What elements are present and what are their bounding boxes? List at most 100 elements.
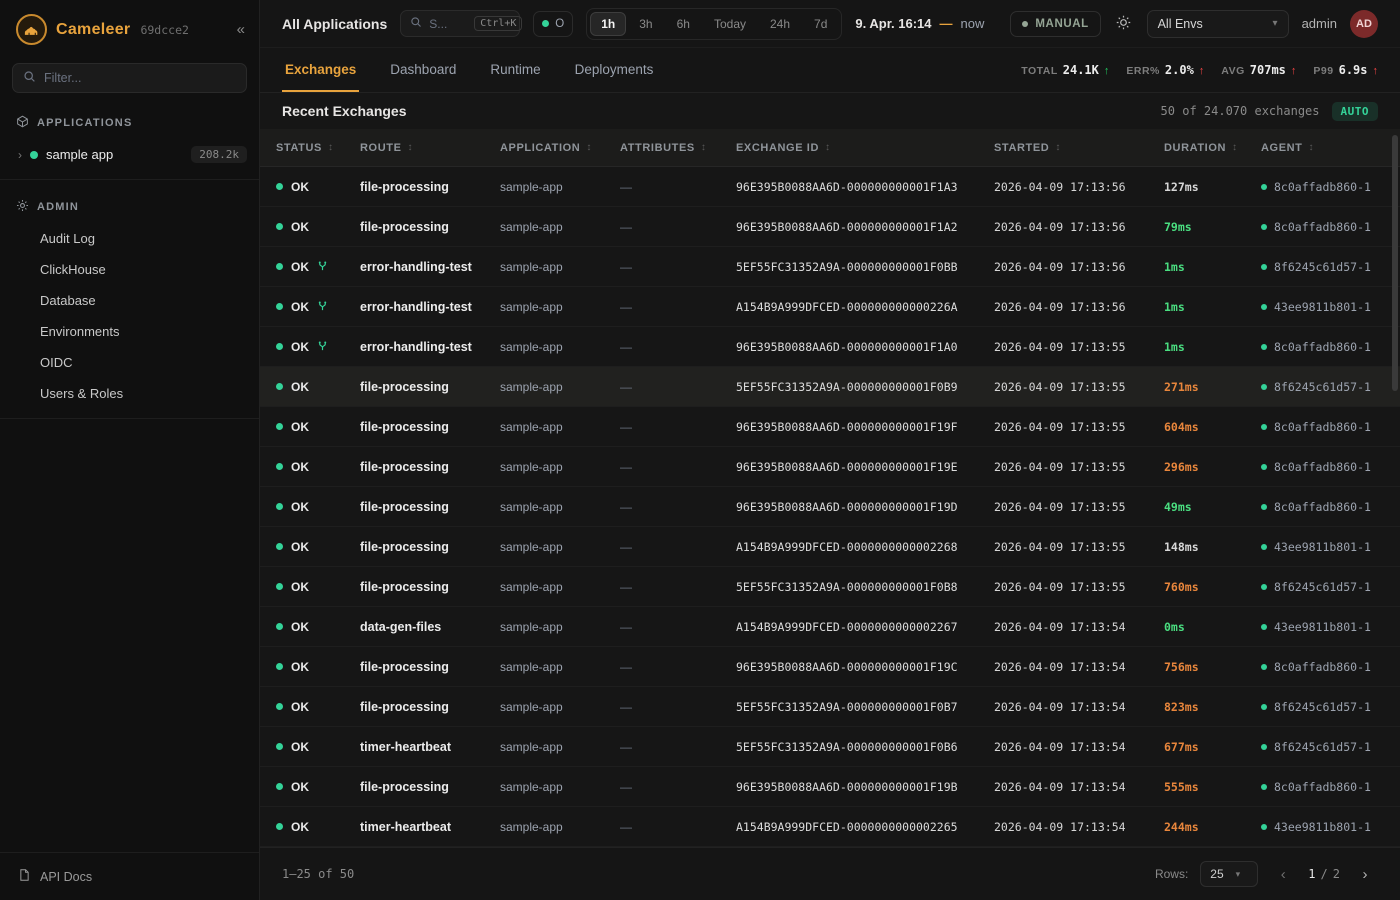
admin-menu-item[interactable]: Audit Log	[0, 223, 259, 254]
global-search-input[interactable]	[429, 17, 467, 31]
stat-label: P99	[1313, 65, 1333, 77]
topbar: All Applications Ctrl+K O 1h3h6hToday24h…	[260, 0, 1400, 48]
admin-menu-item[interactable]: Environments	[0, 316, 259, 347]
tab[interactable]: Exchanges	[282, 48, 359, 92]
sidebar-item-sample-app[interactable]: › sample app 208.2k	[0, 139, 259, 170]
table-row[interactable]: OK error-handling-test sample-app — A154…	[260, 287, 1400, 327]
agent-id-label: 8f6245c61d57-1	[1274, 260, 1371, 274]
agent-status-dot	[1261, 544, 1267, 550]
table-row[interactable]: OK file-processing sample-app — 5EF55FC3…	[260, 367, 1400, 407]
agent-status-dot	[1261, 224, 1267, 230]
agent-id-label: 8f6245c61d57-1	[1274, 700, 1371, 714]
column-header[interactable]: APPLICATION ↕	[500, 142, 620, 154]
main-area: All Applications Ctrl+K O 1h3h6hToday24h…	[260, 0, 1400, 900]
table-row[interactable]: OK file-processing sample-app — 96E395B0…	[260, 167, 1400, 207]
time-range-button[interactable]: 7d	[803, 12, 838, 36]
table-row[interactable]: OK timer-heartbeat sample-app — A154B9A9…	[260, 807, 1400, 847]
exchange-id-cell: 5EF55FC31352A9A-000000000001F0B6	[736, 740, 994, 754]
column-header[interactable]: STARTED ↕	[994, 142, 1164, 154]
tab[interactable]: Deployments	[572, 48, 657, 92]
route-cell: file-processing	[360, 220, 500, 234]
agent-status-dot	[1261, 824, 1267, 830]
column-header[interactable]: EXCHANGE ID ↕	[736, 142, 994, 154]
route-cell: error-handling-test	[360, 340, 500, 354]
started-cell: 2026-04-09 17:13:56	[994, 260, 1164, 274]
exchange-id-cell: 96E395B0088AA6D-000000000001F19D	[736, 500, 994, 514]
pagination-bar: 1–25 of 50 Rows: 25 ▾ ‹ 1 / 2 ›	[260, 847, 1400, 900]
scrollbar-thumb[interactable]	[1392, 135, 1398, 391]
agent-cell: 8f6245c61d57-1	[1261, 740, 1390, 754]
agent-id-label: 8c0affadb860-1	[1274, 780, 1371, 794]
agent-cell: 8c0affadb860-1	[1261, 220, 1390, 234]
started-cell: 2026-04-09 17:13:56	[994, 300, 1164, 314]
agent-status-dot	[1261, 584, 1267, 590]
status-dot	[276, 223, 283, 230]
manual-refresh-toggle[interactable]: MANUAL	[1010, 11, 1100, 37]
column-header[interactable]: AGENT ↕	[1261, 142, 1390, 154]
time-range-button[interactable]: Today	[703, 12, 757, 36]
started-cell: 2026-04-09 17:13:55	[994, 340, 1164, 354]
app-item-label: sample app	[46, 147, 113, 162]
api-docs-link[interactable]: API Docs	[0, 852, 259, 900]
date-range-display[interactable]: 9. Apr. 16:14 — now	[855, 16, 984, 31]
agent-status-dot	[1261, 424, 1267, 430]
time-range-button[interactable]: 6h	[666, 12, 701, 36]
agent-cell: 8f6245c61d57-1	[1261, 380, 1390, 394]
table-row[interactable]: OK file-processing sample-app — 96E395B0…	[260, 207, 1400, 247]
time-range-button[interactable]: 24h	[759, 12, 801, 36]
previous-page-button[interactable]: ‹	[1270, 861, 1296, 887]
application-cell: sample-app	[500, 180, 620, 194]
admin-menu: Audit Log ClickHouseDatabaseEnvironmentsO…	[0, 223, 259, 409]
table-row[interactable]: OK file-processing sample-app — 96E395B0…	[260, 407, 1400, 447]
table-row[interactable]: OK file-processing sample-app — 96E395B0…	[260, 487, 1400, 527]
next-page-button[interactable]: ›	[1352, 861, 1378, 887]
admin-menu-item[interactable]: Users & Roles	[0, 378, 259, 409]
time-range-button[interactable]: 1h	[590, 12, 626, 36]
status-cell: OK	[276, 660, 360, 674]
route-cell: file-processing	[360, 500, 500, 514]
agent-cell: 8f6245c61d57-1	[1261, 580, 1390, 594]
table-row[interactable]: OK file-processing sample-app — A154B9A9…	[260, 527, 1400, 567]
application-cell: sample-app	[500, 220, 620, 234]
table-row[interactable]: OK file-processing sample-app — 96E395B0…	[260, 447, 1400, 487]
table-row[interactable]: OK error-handling-test sample-app — 5EF5…	[260, 247, 1400, 287]
column-header[interactable]: DURATION ↕	[1164, 142, 1261, 154]
table-row[interactable]: OK file-processing sample-app — 96E395B0…	[260, 767, 1400, 807]
column-header[interactable]: ATTRIBUTES ↕	[620, 142, 736, 154]
status-label: OK	[291, 780, 309, 794]
duration-cell: 79ms	[1164, 220, 1261, 234]
agent-status-dot	[1261, 744, 1267, 750]
agent-status-dot	[1261, 624, 1267, 630]
theme-toggle-button[interactable]	[1114, 10, 1134, 38]
exchanges-content: Recent Exchanges 50 of 24.070 exchanges …	[260, 93, 1400, 847]
table-row[interactable]: OK timer-heartbeat sample-app — 5EF55FC3…	[260, 727, 1400, 767]
environment-select[interactable]: All Envs ▾	[1147, 10, 1289, 38]
admin-menu-item[interactable]: OIDC	[0, 347, 259, 378]
sidebar-collapse-button[interactable]: «	[237, 21, 245, 38]
agent-id-label: 8c0affadb860-1	[1274, 220, 1371, 234]
exchange-id-cell: A154B9A999DFCED-000000000000226A	[736, 300, 994, 314]
column-header[interactable]: ROUTE ↕	[360, 142, 500, 154]
table-row[interactable]: OK file-processing sample-app — 5EF55FC3…	[260, 567, 1400, 607]
table-row[interactable]: OK error-handling-test sample-app — 96E3…	[260, 327, 1400, 367]
tab[interactable]: Runtime	[487, 48, 543, 92]
application-cell: sample-app	[500, 620, 620, 634]
agent-status-dot	[1261, 184, 1267, 190]
time-range-button[interactable]: 3h	[628, 12, 663, 36]
attributes-cell: —	[620, 300, 736, 314]
auto-refresh-badge[interactable]: AUTO	[1332, 102, 1379, 121]
avatar[interactable]: AD	[1350, 10, 1378, 38]
admin-menu-item-label: Audit Log	[40, 231, 95, 246]
table-row[interactable]: OK file-processing sample-app — 96E395B0…	[260, 647, 1400, 687]
rows-per-page-select[interactable]: 25 ▾	[1200, 861, 1258, 887]
table-row[interactable]: OK data-gen-files sample-app — A154B9A99…	[260, 607, 1400, 647]
admin-menu-item[interactable]: ClickHouse	[0, 254, 259, 285]
tab[interactable]: Dashboard	[387, 48, 459, 92]
table-row[interactable]: OK file-processing sample-app — 5EF55FC3…	[260, 687, 1400, 727]
filter-input[interactable]	[44, 71, 236, 85]
online-status-chip[interactable]: O	[533, 11, 573, 37]
agent-cell: 8c0affadb860-1	[1261, 420, 1390, 434]
started-cell: 2026-04-09 17:13:55	[994, 500, 1164, 514]
admin-menu-item[interactable]: Database	[0, 285, 259, 316]
column-header[interactable]: STATUS ↕	[276, 142, 360, 154]
